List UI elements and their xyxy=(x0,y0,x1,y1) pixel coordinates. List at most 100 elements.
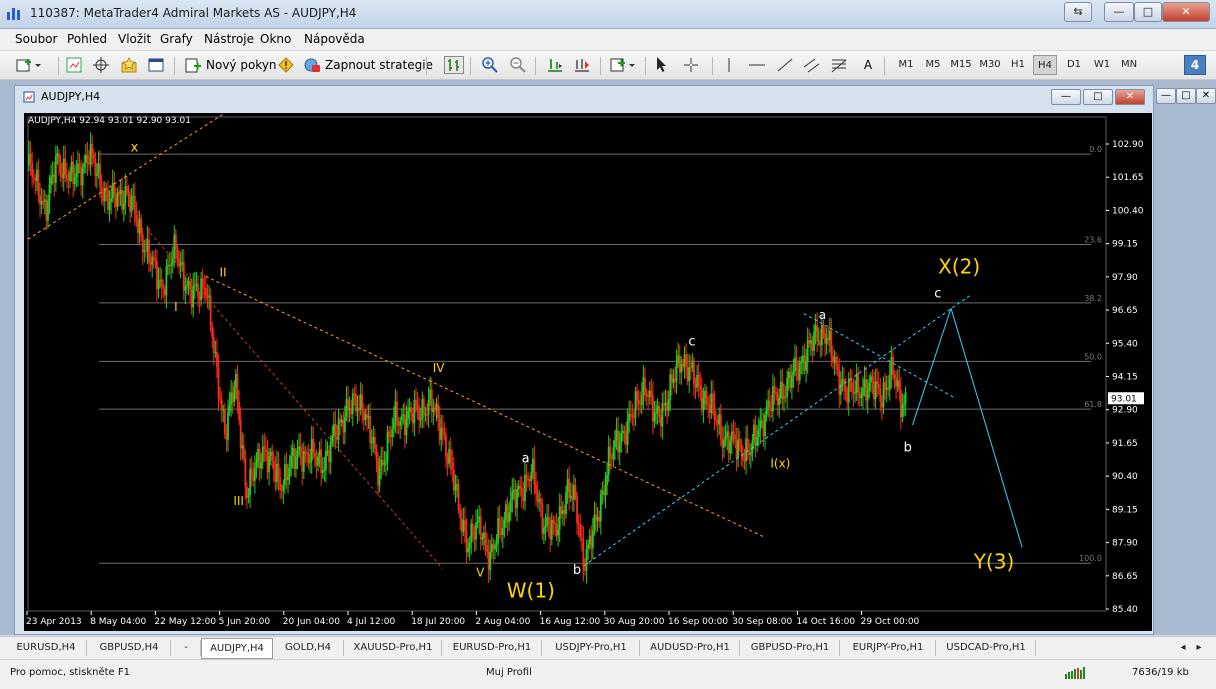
menu-view[interactable]: Pohled xyxy=(67,32,107,46)
candle-body xyxy=(666,402,668,412)
timeframe-m1[interactable]: M1 xyxy=(894,55,918,75)
channel-button[interactable] xyxy=(803,55,821,75)
candle-body xyxy=(53,174,56,184)
status-profile[interactable]: Muj Profil xyxy=(486,667,532,678)
tab-scroll-left-icon[interactable]: ◂ xyxy=(1176,640,1190,656)
candle-body xyxy=(73,177,76,184)
tab-gbpusd-h4[interactable]: GBPUSD,H4 xyxy=(88,640,171,656)
fibonacci-button[interactable] xyxy=(830,55,848,75)
candle-body xyxy=(547,517,550,527)
candle-body xyxy=(208,295,210,298)
trendline-button[interactable] xyxy=(776,55,794,75)
menu-help[interactable]: Nápověda xyxy=(304,32,365,46)
candle-body xyxy=(369,415,372,443)
candle-body xyxy=(857,373,860,393)
menu-charts[interactable]: Grafy xyxy=(160,32,193,46)
chart-shift-button[interactable] xyxy=(546,55,564,75)
tab-gold-h4[interactable]: GOLD,H4 xyxy=(273,640,344,656)
candle-body xyxy=(735,440,738,459)
crosshair-navigator-button[interactable] xyxy=(93,55,109,75)
connection-status-icon[interactable] xyxy=(1064,666,1088,680)
crosshair-tool-button[interactable] xyxy=(683,55,699,75)
x-tick-label: 18 Jul 20:00 xyxy=(411,617,465,627)
new-chart-button[interactable] xyxy=(16,55,42,75)
maximize-button[interactable]: □ xyxy=(1134,2,1162,22)
candle-body xyxy=(149,262,152,265)
close-button[interactable]: ✕ xyxy=(1162,2,1210,22)
tab-gbpusd-pro-h1[interactable]: GBPUSD-Pro,H1 xyxy=(741,640,840,656)
mini-maximize-button[interactable]: □ xyxy=(1176,88,1196,104)
mini-close-button[interactable]: ✕ xyxy=(1196,88,1216,104)
current-price-label: 93.01 xyxy=(1111,394,1137,404)
tab-usdjpy-pro-h1[interactable]: USDJPY-Pro,H1 xyxy=(543,640,640,656)
tab-eurusd-h4[interactable]: EURUSD,H4 xyxy=(6,640,87,656)
candle-body xyxy=(865,379,868,401)
fib-level-label: 0.0 xyxy=(1089,145,1102,154)
minimize-button[interactable]: — xyxy=(1104,2,1134,22)
price-chart[interactable]: 0.0 23.6 38.2 50.0 61.8 100.0 x I II III IV V W(1) a b… xyxy=(24,105,1194,631)
tab-scroll-right-icon[interactable]: ▸ xyxy=(1192,640,1206,656)
candle-body xyxy=(833,356,836,363)
market-watch-button[interactable] xyxy=(66,55,82,75)
timeframe-w1[interactable]: W1 xyxy=(1090,55,1114,75)
indicators-button[interactable] xyxy=(610,55,638,75)
restore-switch-button[interactable]: ⇆ xyxy=(1064,2,1092,22)
new-order-button[interactable]: Nový pokyn xyxy=(184,55,277,75)
candle-body xyxy=(625,431,627,445)
price-chart-svg[interactable]: 0.023.638.250.061.8100.0xIIIIIIIVVW(1)ab… xyxy=(24,105,1194,631)
mini-minimize-button[interactable]: — xyxy=(1156,88,1176,104)
favorites-button[interactable] xyxy=(120,55,138,75)
auto-scroll-button[interactable] xyxy=(573,55,591,75)
tab-audusd-pro-h1[interactable]: AUDUSD-Pro,H1 xyxy=(641,640,740,656)
tab-usdcad-pro-h1[interactable]: USDCAD-Pro,H1 xyxy=(937,640,1036,656)
tab-eurjpy-pro-h1[interactable]: EURJPY-Pro,H1 xyxy=(841,640,936,656)
timeframe-h1[interactable]: H1 xyxy=(1006,55,1030,75)
candle-body xyxy=(672,378,675,383)
candle-body xyxy=(277,463,280,478)
timeframe-h4[interactable]: H4 xyxy=(1033,55,1057,75)
timeframe-m5[interactable]: M5 xyxy=(921,55,945,75)
zoom-out-button[interactable] xyxy=(509,55,527,75)
autotrading-button[interactable]: Zapnout strategie xyxy=(303,55,433,75)
menu-tools[interactable]: Nástroje xyxy=(204,32,254,46)
horizontal-line-button[interactable] xyxy=(748,55,766,75)
alert-button[interactable] xyxy=(278,55,294,75)
x-tick-label: 14 Oct 16:00 xyxy=(796,617,855,627)
tab-audjpy-h4[interactable]: AUDJPY,H4 xyxy=(201,638,273,659)
chart-maximize-button[interactable]: □ xyxy=(1083,89,1113,105)
cursor-tool-button[interactable] xyxy=(654,55,670,75)
candle-body xyxy=(162,286,165,289)
timeframe-d1[interactable]: D1 xyxy=(1062,55,1086,75)
candle-body xyxy=(334,424,337,438)
candle-body xyxy=(219,398,222,400)
candle-body xyxy=(358,407,360,410)
candle-body xyxy=(140,218,143,236)
tab-xauusd-pro-h1[interactable]: XAUUSD-Pro,H1 xyxy=(345,640,442,656)
bar-chart-button[interactable] xyxy=(444,55,464,75)
y-tick-label: 101.65 xyxy=(1112,173,1144,183)
timeframe-m15[interactable]: M15 xyxy=(949,55,973,75)
candle-body xyxy=(279,477,282,491)
candle-body xyxy=(828,330,831,340)
timeframe-mn[interactable]: MN xyxy=(1117,55,1141,75)
terminal-button[interactable] xyxy=(148,55,164,75)
vertical-line-button[interactable] xyxy=(724,55,734,75)
chart-window-title: AUDJPY,H4 xyxy=(41,90,101,103)
candle-body xyxy=(825,337,828,344)
tab-count-badge[interactable]: 4 xyxy=(1184,55,1206,75)
menu-file[interactable]: Soubor xyxy=(15,32,57,46)
text-label-button[interactable]: A xyxy=(860,55,876,75)
tab-empty[interactable]: - xyxy=(172,640,201,656)
menu-insert[interactable]: Vložit xyxy=(118,32,151,46)
candle-body xyxy=(389,435,392,437)
tab-eurusd-pro-h1[interactable]: EURUSD-Pro,H1 xyxy=(443,640,542,656)
candle-body xyxy=(204,288,207,297)
candle-body xyxy=(531,458,534,472)
menu-window[interactable]: Okno xyxy=(260,32,291,46)
chart-minimize-button[interactable]: — xyxy=(1051,89,1081,105)
zoom-in-button[interactable] xyxy=(481,55,499,75)
candle-body xyxy=(650,390,653,395)
candle-body xyxy=(37,169,40,196)
chart-close-button[interactable]: ✕ xyxy=(1115,89,1145,105)
timeframe-m30[interactable]: M30 xyxy=(978,55,1002,75)
